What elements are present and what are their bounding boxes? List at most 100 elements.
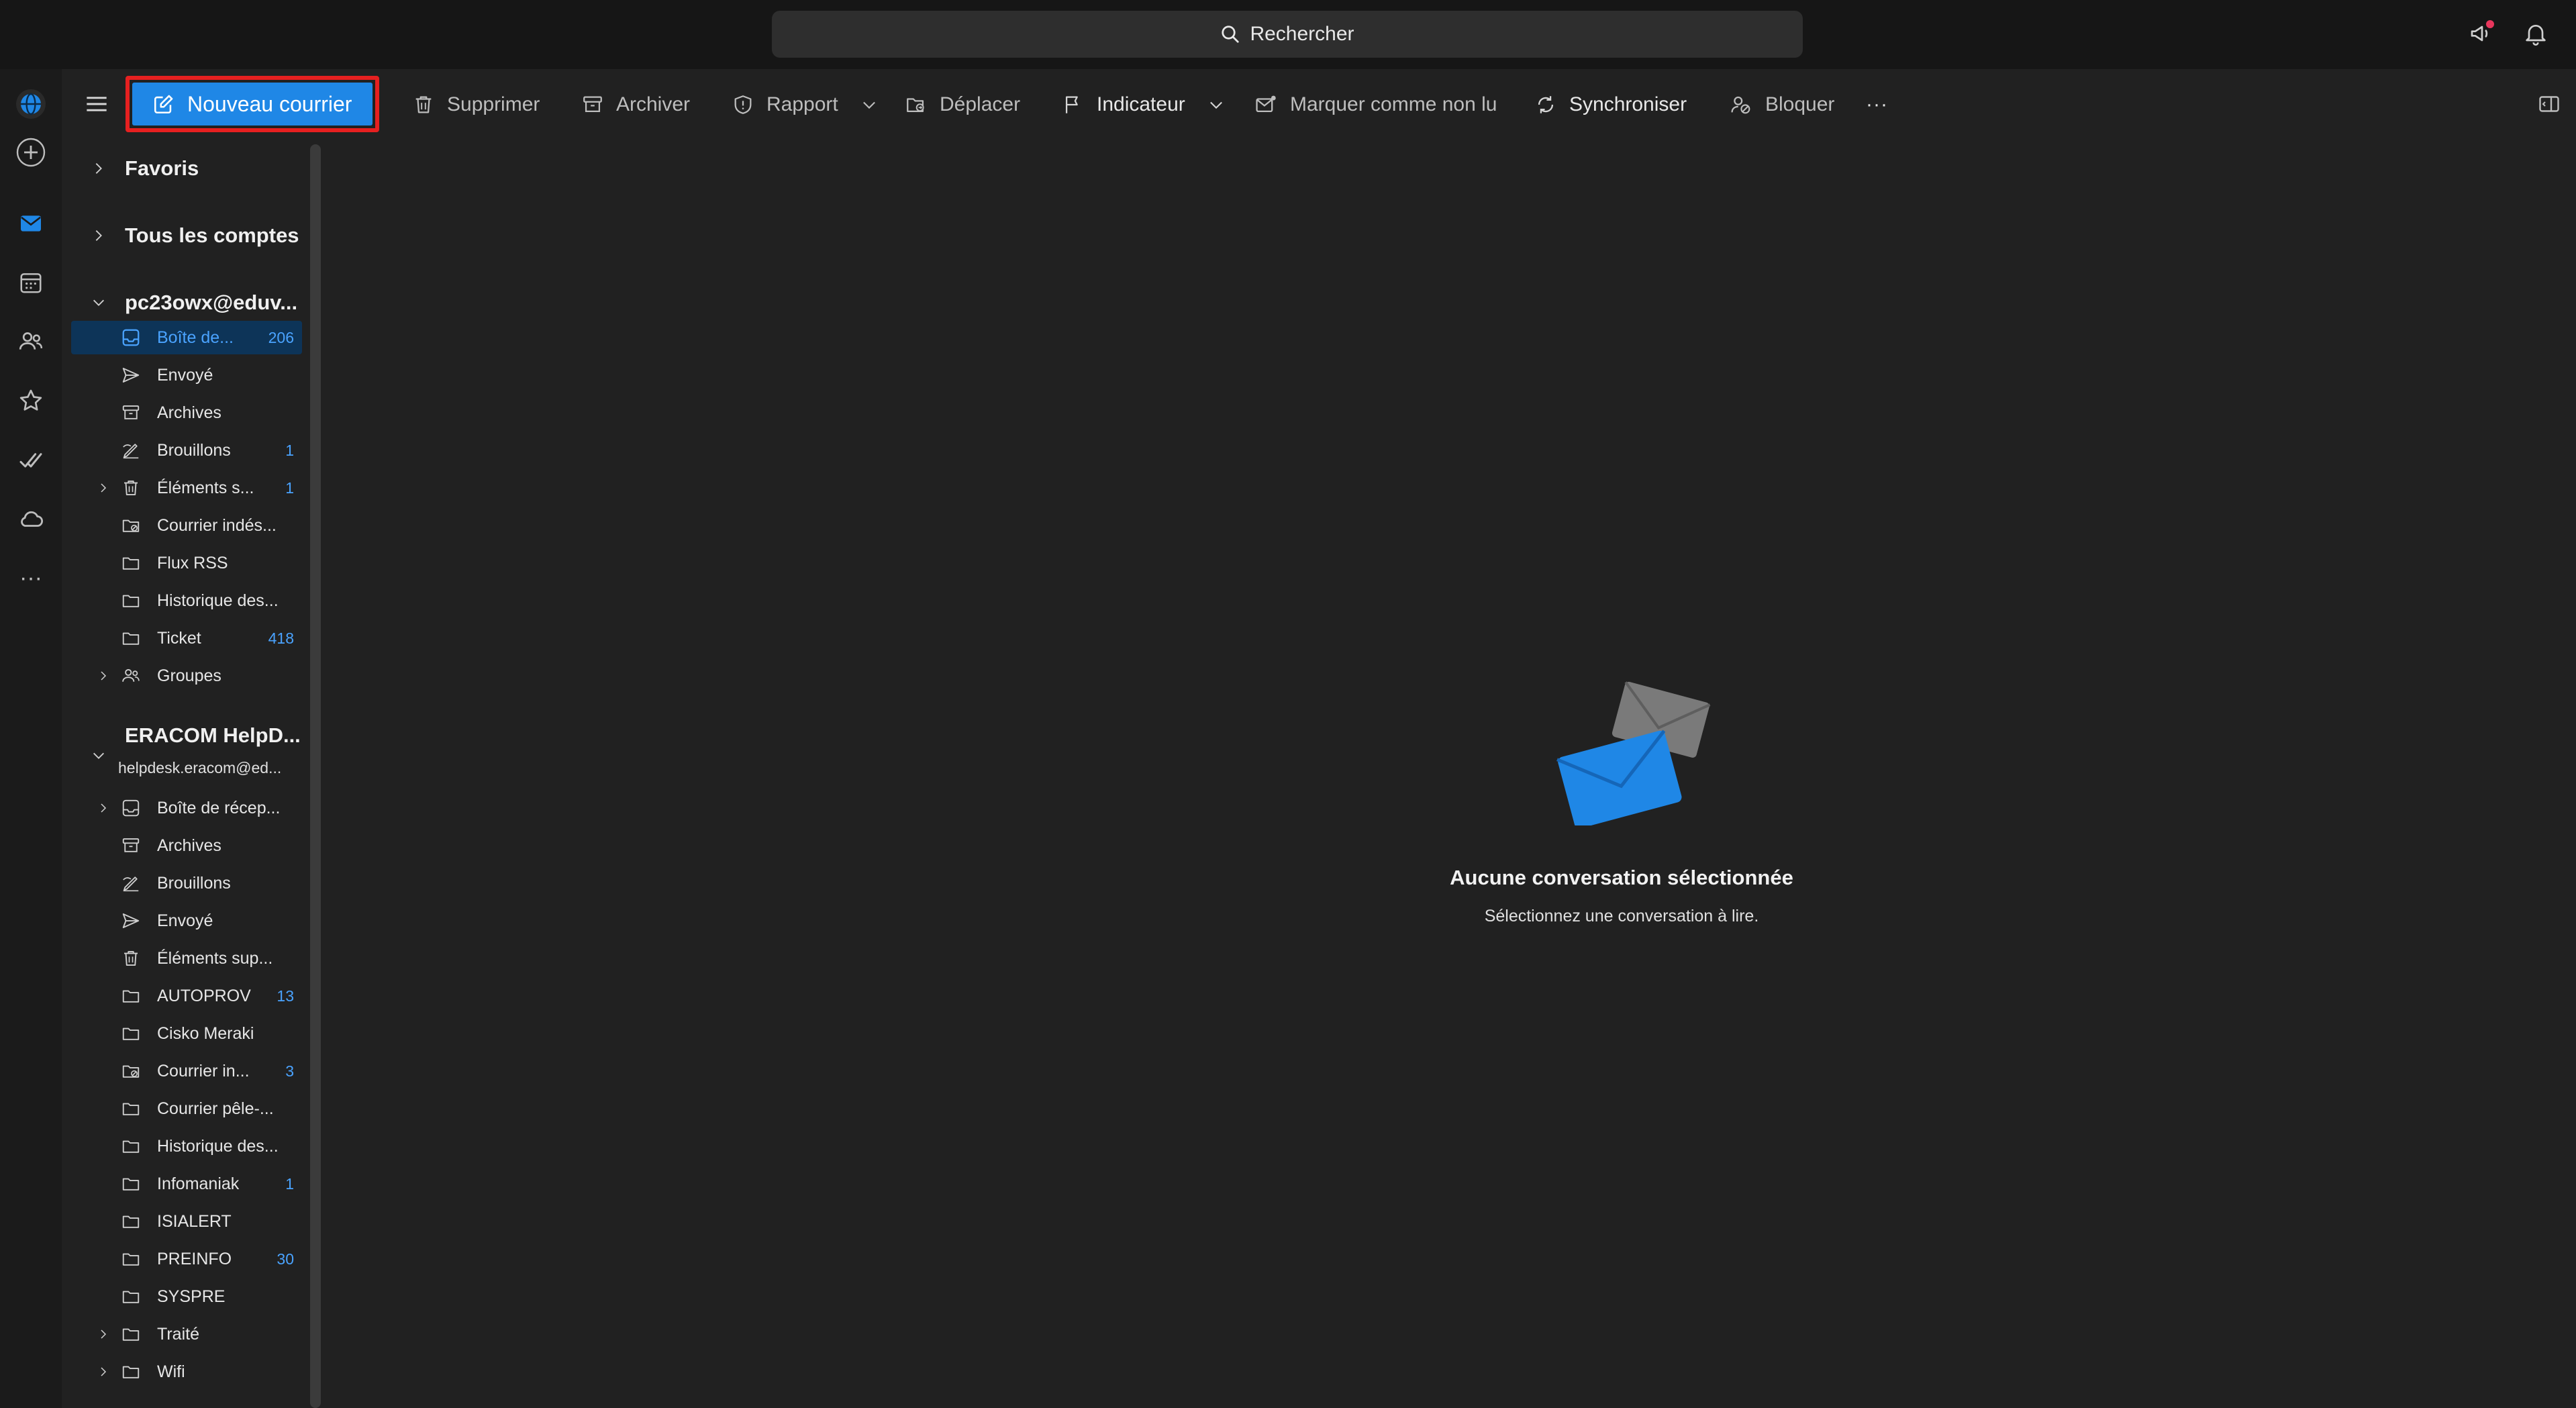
- cloud-icon[interactable]: [15, 503, 47, 535]
- trash-icon: [412, 93, 435, 116]
- folder-label: Flux RSS: [157, 553, 228, 572]
- junk-folder-icon: [119, 514, 142, 537]
- unread-count: 30: [277, 1250, 294, 1268]
- all-accounts-section[interactable]: Tous les comptes: [62, 217, 299, 254]
- megaphone-icon[interactable]: [2469, 20, 2495, 47]
- favorites-section[interactable]: Favoris: [62, 150, 199, 187]
- folder-history[interactable]: Historique des...: [71, 1129, 302, 1163]
- more-actions-button[interactable]: ···: [1866, 88, 1888, 121]
- folder-drafts[interactable]: Brouillons 1: [71, 434, 302, 467]
- search-bar[interactable]: Rechercher: [772, 11, 1803, 58]
- move-button[interactable]: Déplacer: [905, 88, 1020, 121]
- account-header[interactable]: ERACOM HelpD...: [62, 720, 301, 759]
- account-name: pc23owx@eduv...: [125, 291, 298, 314]
- send-icon: [119, 364, 142, 387]
- folder-sent[interactable]: Envoyé: [71, 358, 302, 392]
- unread-count: 418: [268, 629, 294, 647]
- folder-traite[interactable]: Traité: [71, 1317, 302, 1351]
- folder-label: SYSPRE: [157, 1287, 226, 1306]
- envelope-unread-icon: [1254, 93, 1278, 116]
- folder-pane-scrollbar[interactable]: [310, 144, 321, 1408]
- sync-button[interactable]: Synchroniser: [1534, 88, 1687, 121]
- new-mail-button[interactable]: Nouveau courrier: [126, 76, 379, 132]
- unread-count: 1: [285, 1174, 294, 1193]
- folder-label: Wifi: [157, 1362, 185, 1381]
- folder-wifi[interactable]: Wifi: [71, 1355, 302, 1389]
- folder-infomaniak[interactable]: Infomaniak 1: [71, 1167, 302, 1201]
- folder-rss[interactable]: Flux RSS: [71, 546, 302, 580]
- folder-sent[interactable]: Envoyé: [71, 904, 302, 938]
- empty-state-title: Aucune conversation sélectionnée: [1450, 866, 1793, 889]
- search-icon: [1220, 24, 1240, 44]
- folder-archives[interactable]: Archives: [71, 396, 302, 430]
- folder-label: Historique des...: [157, 1136, 279, 1156]
- flag-icon: [1062, 93, 1085, 116]
- flag-button[interactable]: Indicateur: [1062, 88, 1226, 121]
- folder-inbox[interactable]: Boîte de... 206: [71, 321, 302, 354]
- folder-drafts[interactable]: Brouillons: [71, 866, 302, 900]
- favorites-label: Favoris: [125, 156, 199, 180]
- folder-deleted[interactable]: Éléments s... 1: [71, 471, 302, 505]
- junk-folder-icon: [119, 1060, 142, 1083]
- chevron-down-icon[interactable]: [1207, 95, 1226, 114]
- mail-icon[interactable]: [15, 207, 47, 240]
- chevron-right-icon[interactable]: [90, 798, 117, 818]
- chevron-down-icon[interactable]: [82, 746, 115, 766]
- add-account-icon[interactable]: [15, 136, 47, 168]
- folder-history[interactable]: Historique des...: [71, 584, 302, 617]
- folder-preinfo[interactable]: PREINFO 30: [71, 1242, 302, 1276]
- unread-count: 1: [285, 441, 294, 459]
- chevron-right-icon[interactable]: [90, 1324, 117, 1344]
- more-apps-icon[interactable]: ···: [15, 562, 47, 594]
- chevron-right-icon[interactable]: [90, 478, 117, 498]
- folder-icon: [119, 1097, 142, 1120]
- people-icon: [119, 664, 142, 687]
- mark-unread-button[interactable]: Marquer comme non lu: [1254, 88, 1497, 121]
- block-user-icon: [1729, 93, 1753, 116]
- chevron-right-icon[interactable]: [82, 158, 115, 179]
- unread-count: 13: [277, 987, 294, 1005]
- folder-label: Courrier pêle-...: [157, 1099, 274, 1118]
- folder-junk[interactable]: Courrier in... 3: [71, 1054, 302, 1088]
- globe-icon[interactable]: [15, 88, 47, 120]
- folder-deleted[interactable]: Éléments sup...: [71, 942, 302, 975]
- report-button[interactable]: Rapport: [732, 88, 879, 121]
- folder-syspre[interactable]: SYSPRE: [71, 1280, 302, 1313]
- calendar-icon[interactable]: [15, 266, 47, 299]
- delete-button[interactable]: Supprimer: [412, 88, 540, 121]
- archive-label: Archiver: [616, 93, 691, 115]
- chevron-down-icon[interactable]: [82, 293, 115, 313]
- block-button[interactable]: Bloquer: [1729, 88, 1834, 121]
- folder-pane: Favoris Tous les comptes pc23owx@eduv...…: [62, 140, 309, 1408]
- folder-ticket[interactable]: Ticket 418: [71, 621, 302, 655]
- draft-pencil-icon: [119, 439, 142, 462]
- chevron-right-icon[interactable]: [90, 1362, 117, 1382]
- folder-label: Ticket: [157, 628, 201, 648]
- chevron-right-icon[interactable]: [90, 666, 117, 686]
- send-icon: [119, 909, 142, 932]
- folder-groups[interactable]: Groupes: [71, 659, 302, 693]
- folder-autoprov[interactable]: AUTOPROV 13: [71, 979, 302, 1013]
- block-label: Bloquer: [1765, 93, 1835, 115]
- hamburger-menu-icon[interactable]: [82, 89, 111, 119]
- bell-icon[interactable]: [2522, 20, 2549, 47]
- folder-junk[interactable]: Courrier indés...: [71, 509, 302, 542]
- folder-archives[interactable]: Archives: [71, 829, 302, 862]
- chevron-down-icon[interactable]: [860, 95, 879, 114]
- folder-isialert[interactable]: ISIALERT: [71, 1205, 302, 1238]
- people-icon[interactable]: [15, 325, 47, 358]
- account-header[interactable]: pc23owx@eduv...: [62, 284, 297, 321]
- folder-clutter[interactable]: Courrier pêle-...: [71, 1092, 302, 1125]
- star-icon[interactable]: [15, 385, 47, 417]
- folder-label: Traité: [157, 1324, 199, 1344]
- folder-inbox[interactable]: Boîte de récep...: [71, 791, 302, 825]
- archive-button[interactable]: Archiver: [581, 88, 690, 121]
- reading-pane-toggle-icon[interactable]: [2537, 92, 2561, 116]
- todo-check-icon[interactable]: [15, 444, 47, 476]
- folder-label: Brouillons: [157, 440, 231, 460]
- folder-icon: [119, 552, 142, 574]
- folder-label: Boîte de...: [157, 328, 234, 347]
- trash-icon: [119, 947, 142, 970]
- folder-cisko-meraki[interactable]: Cisko Meraki: [71, 1017, 302, 1050]
- chevron-right-icon[interactable]: [82, 225, 115, 246]
